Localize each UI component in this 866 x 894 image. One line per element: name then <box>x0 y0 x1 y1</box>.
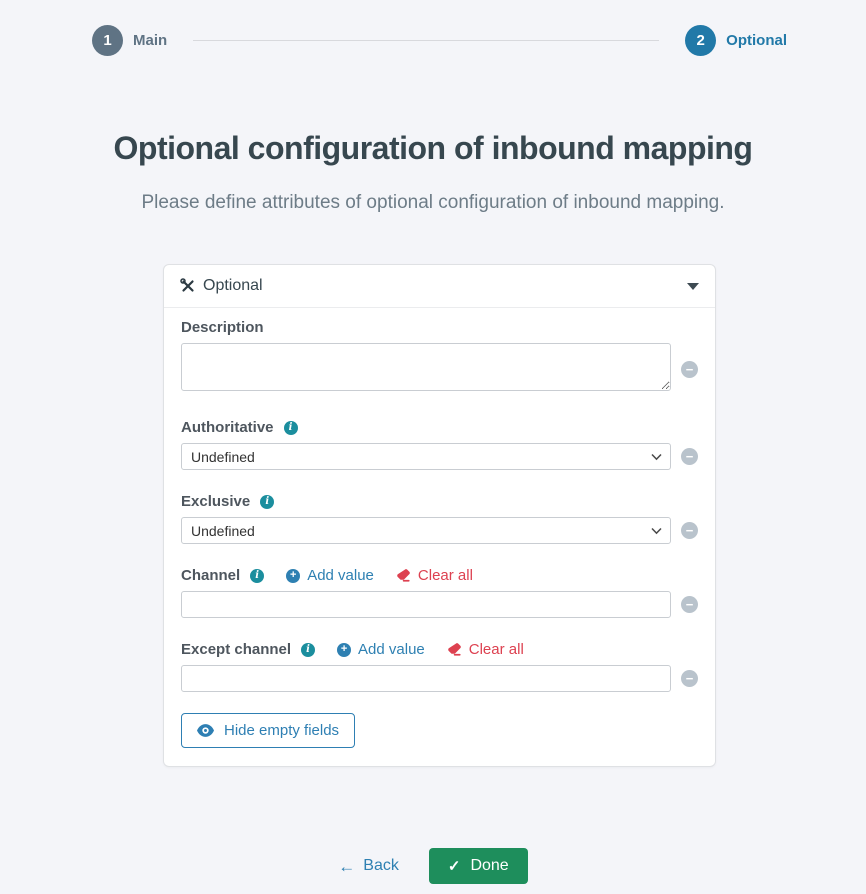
wizard-footer: ← Back ✓ Done <box>0 848 866 884</box>
description-label: Description <box>181 319 264 336</box>
page-title: Optional configuration of inbound mappin… <box>0 132 866 164</box>
eraser-icon <box>396 568 411 583</box>
chevron-down-icon <box>687 283 699 290</box>
step-optional-number: 2 <box>685 25 716 56</box>
info-icon[interactable]: i <box>260 495 274 509</box>
exclusive-label: Exclusive <box>181 493 250 510</box>
field-channel: Channel i + Add value Clear all − <box>181 567 698 618</box>
field-description: Description − <box>181 319 698 396</box>
add-value-label: Add value <box>307 567 374 584</box>
except-channel-add-value-link[interactable]: + Add value <box>337 641 425 658</box>
info-icon[interactable]: i <box>284 421 298 435</box>
minus-icon: − <box>686 524 694 537</box>
add-value-label: Add value <box>358 641 425 658</box>
step-main-number: 1 <box>92 25 123 56</box>
panel-body: Description − Authoritative i Undefined <box>164 308 715 766</box>
clear-all-label: Clear all <box>418 567 473 584</box>
minus-icon: − <box>686 598 694 611</box>
field-except-channel: Except channel i + Add value Clear all − <box>181 641 698 692</box>
eye-icon <box>197 724 214 737</box>
back-button[interactable]: ← Back <box>338 857 399 875</box>
channel-clear-all-link[interactable]: Clear all <box>396 567 473 584</box>
description-textarea[interactable] <box>181 343 671 391</box>
minus-icon: − <box>686 672 694 685</box>
except-channel-clear-all-link[interactable]: Clear all <box>447 641 524 658</box>
remove-except-channel-button[interactable]: − <box>681 670 698 687</box>
stepper-connector <box>193 40 659 41</box>
hide-empty-fields-label: Hide empty fields <box>224 722 339 739</box>
info-icon[interactable]: i <box>301 643 315 657</box>
remove-channel-button[interactable]: − <box>681 596 698 613</box>
eraser-icon <box>447 642 462 657</box>
plus-circle-icon: + <box>286 569 300 583</box>
step-main[interactable]: 1 Main <box>92 25 167 56</box>
channel-add-value-link[interactable]: + Add value <box>286 567 374 584</box>
field-authoritative: Authoritative i Undefined − <box>181 419 698 470</box>
except-channel-label: Except channel <box>181 641 291 658</box>
tools-icon <box>180 278 196 294</box>
channel-input[interactable] <box>181 591 671 618</box>
panel-header-optional[interactable]: Optional <box>164 265 715 308</box>
done-button[interactable]: ✓ Done <box>429 848 528 884</box>
hide-empty-fields-button[interactable]: Hide empty fields <box>181 713 355 748</box>
except-channel-input[interactable] <box>181 665 671 692</box>
step-optional-label: Optional <box>726 32 787 49</box>
exclusive-select[interactable]: Undefined <box>181 517 671 544</box>
remove-authoritative-button[interactable]: − <box>681 448 698 465</box>
page-subtitle: Please define attributes of optional con… <box>0 192 866 214</box>
plus-circle-icon: + <box>337 643 351 657</box>
minus-icon: − <box>686 363 694 376</box>
clear-all-label: Clear all <box>469 641 524 658</box>
channel-label: Channel <box>181 567 240 584</box>
remove-exclusive-button[interactable]: − <box>681 522 698 539</box>
field-exclusive: Exclusive i Undefined − <box>181 493 698 544</box>
arrow-left-icon: ← <box>338 858 355 875</box>
remove-description-button[interactable]: − <box>681 361 698 378</box>
minus-icon: − <box>686 450 694 463</box>
step-optional[interactable]: 2 Optional <box>685 25 787 56</box>
wizard-stepper: 1 Main 2 Optional <box>0 0 866 56</box>
panel-title: Optional <box>203 277 687 295</box>
optional-panel: Optional Description − Authoritative i <box>163 264 716 767</box>
authoritative-label: Authoritative <box>181 419 274 436</box>
step-main-label: Main <box>133 32 167 49</box>
authoritative-select[interactable]: Undefined <box>181 443 671 470</box>
back-label: Back <box>363 857 399 875</box>
done-label: Done <box>470 857 508 875</box>
info-icon[interactable]: i <box>250 569 264 583</box>
check-icon: ✓ <box>448 859 461 874</box>
